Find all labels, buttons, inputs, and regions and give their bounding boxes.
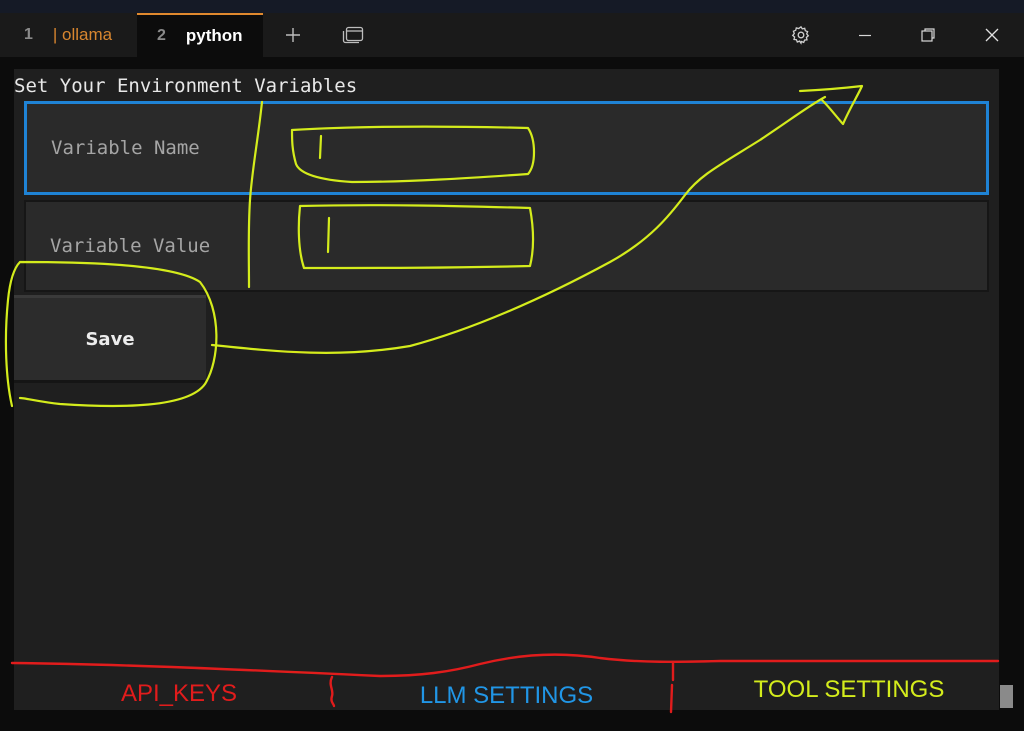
scrollbar-thumb[interactable] [1000,685,1013,708]
tab-title: python [185,26,243,45]
terminal-content: Set Your Environment Variables Save API_… [14,69,999,710]
form-heading: Set Your Environment Variables [14,75,358,97]
window-switcher-icon[interactable] [338,13,368,57]
bottom-tab-bar: API_KEYS LLM SETTINGS TOOL SETTINGS [14,670,999,710]
tab-bar: 1 | ollama 2 python [0,13,1024,57]
tab-number: 2 [157,27,166,44]
tab-number: 1 [24,26,33,43]
tab-ollama[interactable]: 1 | ollama [0,13,136,57]
terminal-window: 1 | ollama 2 python Set Your Environment… [0,0,1024,731]
tab-tool-settings[interactable]: TOOL SETTINGS [739,670,959,710]
window-top-strip [0,0,1024,13]
plus-icon[interactable] [278,13,308,57]
close-icon[interactable] [977,13,1007,57]
tab-api-keys[interactable]: API_KEYS [74,674,284,714]
minimize-icon[interactable] [850,13,880,57]
save-button[interactable]: Save [14,295,206,383]
variable-value-field[interactable] [24,200,989,292]
tab-python[interactable]: 2 python [137,13,263,57]
variable-name-field[interactable] [24,101,989,195]
variable-value-input[interactable] [26,202,987,290]
variable-name-input[interactable] [27,104,986,192]
tab-title: | ollama [52,25,113,44]
gear-icon[interactable] [786,13,816,57]
tab-llm-settings[interactable]: LLM SETTINGS [394,676,619,716]
maximize-icon[interactable] [913,13,943,57]
